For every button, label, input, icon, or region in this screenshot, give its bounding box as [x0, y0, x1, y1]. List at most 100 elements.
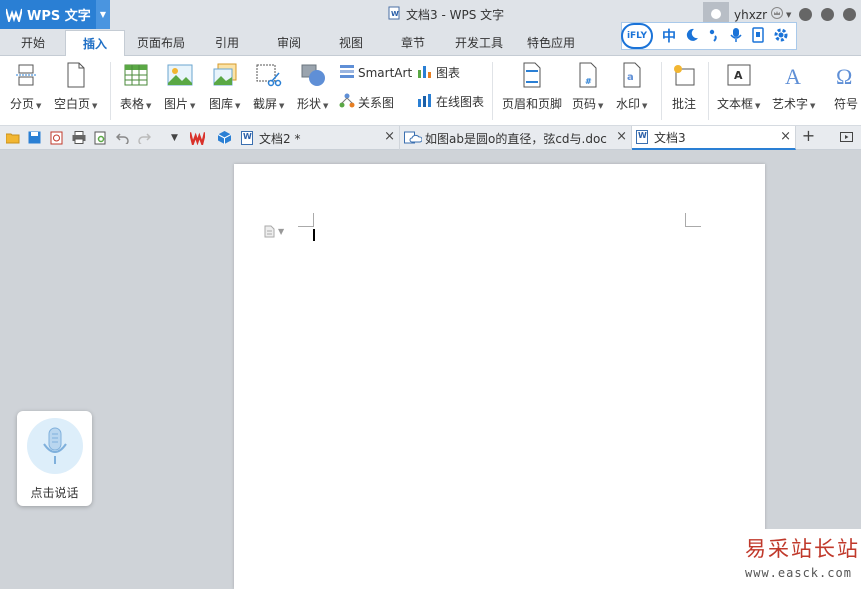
relation-diagram-icon — [339, 93, 355, 112]
watermark-button[interactable]: a 水印 ▼ — [616, 62, 647, 112]
ifly-input-bar[interactable]: iFLY 中 — [621, 22, 797, 50]
help-icon[interactable] — [821, 8, 835, 21]
punctuation-icon[interactable] — [708, 28, 720, 45]
shapes-button[interactable]: 形状 ▼ — [297, 62, 328, 112]
chart-button[interactable]: 图表 — [417, 64, 460, 81]
text-cursor — [313, 229, 315, 241]
site-watermark: 易采站长站 www.easck.com — [738, 529, 861, 589]
page-number-icon: # — [575, 62, 601, 88]
document-icon: W — [388, 6, 400, 23]
toolbar-separator — [110, 62, 111, 120]
comment-button[interactable]: 批注 — [671, 62, 697, 112]
paragraph-dropdown-icon[interactable]: ▼ — [278, 227, 284, 236]
new-tab-icon[interactable]: + — [801, 126, 816, 145]
title-actions — [799, 8, 857, 21]
voice-input-widget[interactable]: 点击说话 — [17, 411, 92, 506]
close-icon[interactable]: × — [384, 129, 395, 144]
page-break-label: 分页 — [10, 97, 35, 111]
print-icon[interactable] — [71, 130, 86, 145]
paragraph-handle[interactable]: ▼ — [264, 225, 284, 238]
tab-chapter[interactable]: 章节 — [391, 30, 435, 56]
doc-tab-1[interactable]: 文档2 * × — [237, 126, 400, 150]
tab-list-icon[interactable] — [839, 130, 854, 145]
keyboard-icon[interactable] — [752, 26, 764, 46]
site-watermark-url: www.easck.com — [745, 566, 852, 580]
paragraph-icon — [264, 225, 275, 238]
blank-page-icon — [63, 62, 89, 88]
smartart-label: SmartArt — [358, 65, 413, 80]
online-chart-label: 在线图表 — [436, 95, 485, 109]
skin-icon[interactable] — [799, 8, 813, 21]
tab-view[interactable]: 视图 — [329, 30, 373, 56]
comment-label: 批注 — [671, 97, 696, 111]
tab-developer[interactable]: 开发工具 — [448, 30, 510, 56]
close-icon[interactable]: × — [780, 129, 791, 144]
picture-icon — [167, 62, 193, 88]
tab-references[interactable]: 引用 — [205, 30, 249, 56]
app-menu-button[interactable]: WPS 文字 ▼ — [0, 0, 110, 29]
page-break-icon — [13, 62, 39, 88]
wps-logo-icon — [5, 6, 23, 24]
tab-features[interactable]: 特色应用 — [520, 30, 582, 56]
save-icon[interactable] — [27, 130, 42, 145]
page-break-button[interactable]: 分页 ▼ — [10, 62, 41, 112]
relation-diagram-button[interactable]: 关系图 — [339, 93, 394, 112]
export-pdf-icon[interactable] — [49, 130, 64, 145]
cloud-document-icon — [404, 130, 423, 147]
microphone-icon[interactable] — [729, 27, 743, 46]
doc-tab-3[interactable]: 文档3 × — [632, 126, 796, 150]
open-folder-icon[interactable] — [5, 130, 20, 145]
customize-dropdown-icon[interactable]: ▼ — [167, 130, 182, 145]
gallery-button[interactable]: 图库 ▼ — [209, 62, 240, 112]
header-footer-label: 页眉和页脚 — [502, 97, 563, 111]
window-title: W 文档3 - WPS 文字 — [388, 6, 504, 23]
textbox-button[interactable]: A 文本框 ▼ — [717, 62, 760, 112]
picture-button[interactable]: 图片 ▼ — [164, 62, 195, 112]
symbol-button[interactable]: Ω 符号 — [833, 62, 859, 112]
gear-icon[interactable] — [773, 27, 789, 46]
table-label: 表格 — [120, 97, 145, 111]
print-preview-icon[interactable] — [93, 130, 108, 145]
online-chart-icon — [417, 93, 433, 110]
close-icon[interactable]: × — [616, 129, 627, 144]
wordart-icon: A — [781, 62, 807, 88]
document-page[interactable]: ▼ — [234, 164, 765, 589]
smartart-button[interactable]: SmartArt — [339, 64, 412, 81]
document-workspace: ▼ — [0, 151, 861, 589]
table-button[interactable]: 表格 ▼ — [120, 62, 151, 112]
page-number-button[interactable]: # 页码 ▼ — [572, 62, 603, 112]
scissors-icon — [256, 62, 282, 88]
ifly-chinese-mode[interactable]: 中 — [662, 26, 676, 46]
crown-icon[interactable] — [770, 7, 784, 22]
undo-icon[interactable] — [115, 130, 130, 145]
ifly-logo[interactable]: iFLY — [621, 23, 653, 49]
screenshot-button[interactable]: 截屏 ▼ — [253, 62, 284, 112]
moon-icon[interactable] — [685, 28, 699, 45]
cube-icon[interactable] — [217, 130, 232, 145]
tab-review[interactable]: 审阅 — [267, 30, 311, 56]
watermark-label: 水印 — [616, 97, 641, 111]
online-chart-button[interactable]: 在线图表 — [417, 93, 484, 110]
header-footer-button[interactable]: 页眉和页脚 — [502, 62, 562, 112]
settings-icon[interactable] — [843, 8, 857, 21]
user-dropdown-icon[interactable]: ▼ — [786, 11, 791, 19]
svg-text:A: A — [734, 69, 743, 82]
wps-home-icon[interactable] — [190, 130, 205, 145]
doc-tab-2[interactable]: 如图ab是圆o的直径，弦cd与.doc × — [400, 126, 632, 150]
tab-insert[interactable]: 插入 — [65, 30, 125, 57]
app-menu-dropdown-icon[interactable]: ▼ — [96, 0, 110, 29]
chart-icon — [417, 64, 433, 81]
blank-page-button[interactable]: 空白页 ▼ — [54, 62, 97, 112]
doc-tab-label: 如图ab是圆o的直径，弦cd与.doc — [425, 131, 607, 146]
omega-icon: Ω — [833, 62, 859, 88]
tab-page-layout[interactable]: 页面布局 — [131, 30, 191, 56]
svg-text:W: W — [391, 10, 399, 18]
microphone-icon[interactable] — [26, 418, 83, 474]
tab-home[interactable]: 开始 — [10, 30, 56, 56]
wordart-button[interactable]: A 艺术字 ▼ — [772, 62, 815, 112]
username[interactable]: yhxzr — [734, 8, 767, 22]
gallery-icon — [212, 62, 238, 88]
insert-toolbar: 分页 ▼ 空白页 ▼ 表格 ▼ 图片 ▼ 图库 ▼ 截屏 ▼ 形状 ▼ Smar… — [0, 56, 861, 126]
textbox-icon: A — [726, 62, 752, 88]
redo-icon[interactable] — [137, 130, 152, 145]
